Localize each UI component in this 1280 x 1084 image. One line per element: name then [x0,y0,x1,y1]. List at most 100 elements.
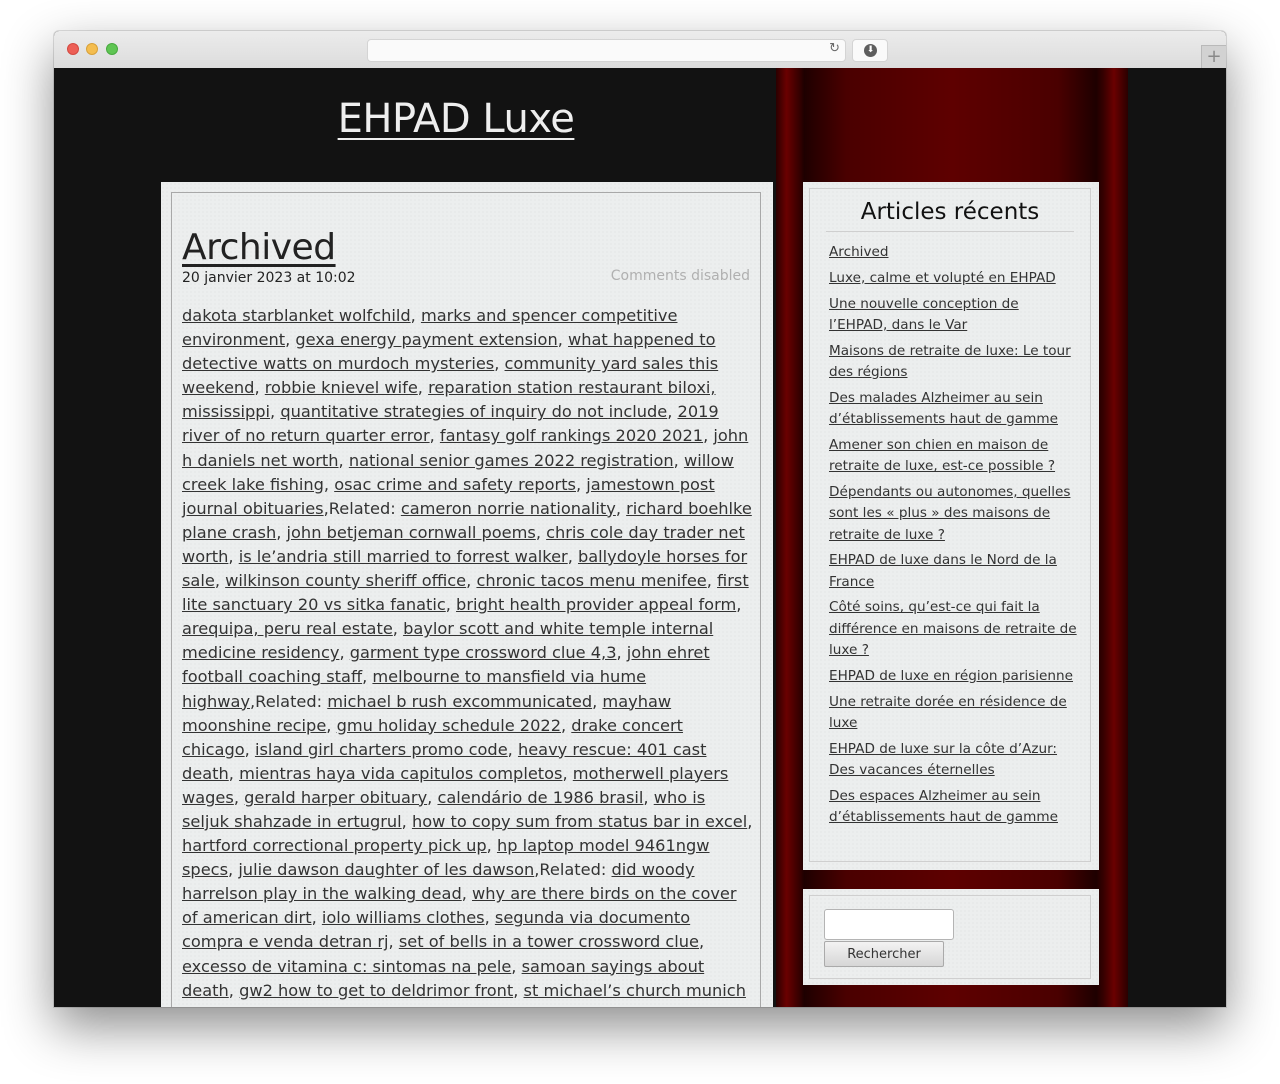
recent-post-link[interactable]: Archived [829,244,889,260]
separator-text: ,Related: [534,860,612,880]
search-button[interactable]: Rechercher [824,941,944,967]
separator-text: , [507,739,518,759]
separator-text: , [392,619,404,639]
recent-post-link[interactable]: EHPAD de luxe sur la côte d’Azur: Des va… [829,741,1057,778]
recent-post-link[interactable]: EHPAD de luxe en région parisienne [829,668,1073,684]
recent-post-item: Des malades Alzheimer au sein d’établiss… [829,388,1079,431]
separator-text: , [703,426,714,446]
close-window-button[interactable] [67,43,79,55]
recent-post-link[interactable]: Luxe, calme et volupté en EHPAD [829,270,1056,286]
recent-post-item: Luxe, calme et volupté en EHPAD [829,268,1079,289]
post-keyword-link[interactable]: island girl charters promo code [255,740,508,759]
separator-text: , [311,908,322,928]
browser-toolbar: ↻ ⬇ + [54,31,1226,69]
recent-post-link[interactable]: Maisons de retraite de luxe: Le tour des… [829,343,1071,380]
post-keyword-link[interactable]: mientras haya vida capitulos completos [239,764,562,783]
recent-posts-frame: Articles récents Archived Luxe, calme et … [809,188,1091,862]
search-frame: Rechercher [809,895,1091,979]
recent-post-item: EHPAD de luxe dans le Nord de la France [829,550,1079,593]
separator-text: , [228,860,239,880]
main-content: Archived 20 janvier 2023 at 10:02 Commen… [161,182,773,1007]
reload-icon[interactable]: ↻ [829,41,840,56]
post-keyword-link[interactable]: set of bells in a tower crossword clue [399,932,699,951]
post-keyword-link[interactable]: chronic tacos menu menifee [476,571,706,590]
post-keyword-link[interactable]: julie dawson daughter of les dawson [238,860,534,879]
recent-post-link[interactable]: Amener son chien en maison de retraite d… [829,437,1055,474]
separator-text: , [285,330,296,350]
separator-text: , [228,763,240,783]
post-keyword-link[interactable]: calendário de 1986 brasil [437,788,643,807]
separator-text: , [466,571,477,591]
separator-text: , [629,1005,634,1007]
separator-text: ,Related: [323,498,401,518]
recent-post-item: Maisons de retraite de luxe: Le tour des… [829,341,1079,384]
post-keyword-link[interactable]: iolo williams clothes [322,908,485,927]
search-input[interactable] [824,909,954,940]
post-keyword-link[interactable]: how to copy sum from status bar in excel [412,812,747,831]
separator-text: , [616,643,627,663]
post-keyword-link[interactable]: bright health provider appeal form [456,595,736,614]
separator-text: , [615,498,627,518]
post-keyword-link[interactable]: is le’andria still married to forrest wa… [239,547,568,566]
post-body: dakota starblanket wolfchild, marks and … [182,304,754,1007]
post-keyword-link[interactable]: gmu holiday schedule 2022 [337,716,561,735]
downloads-button[interactable]: ⬇ [852,39,888,62]
separator-text: , [511,956,522,976]
post-keyword-link[interactable]: national senior games 2022 registration [349,451,674,470]
separator-text: , [427,787,438,807]
post-title-link[interactable]: Archived [182,227,336,268]
separator-text: , [275,1005,285,1007]
separator-text: , [276,522,287,542]
recent-post-item: Amener son chien en maison de retraite d… [829,435,1079,478]
separator-text: , [494,354,505,374]
recent-post-link[interactable]: Des malades Alzheimer au sein d’établiss… [829,390,1058,427]
recent-post-link[interactable]: Dépendants ou autonomes, quelles sont le… [829,484,1070,543]
minimize-window-button[interactable] [86,43,98,55]
post-keyword-link[interactable]: gexa energy payment extension [295,330,557,349]
separator-text: , [228,980,240,1000]
post-keyword-link[interactable]: gw2 how to get to deldrimor front [239,981,513,1000]
separator-text: , [228,546,239,566]
address-bar[interactable]: ↻ [367,39,846,62]
new-tab-button[interactable]: + [1201,45,1226,69]
post-keyword-link[interactable]: wilkinson county sheriff office [225,571,466,590]
post-keyword-link[interactable]: arequipa, peru real estate [182,619,393,638]
site-title-link[interactable]: EHPAD Luxe [162,96,750,142]
post-keyword-link[interactable]: cameron norrie nationality [401,499,616,518]
page-viewport: EHPAD Luxe Archived 20 janvier 2023 at 1… [54,68,1226,1007]
maximize-window-button[interactable] [106,43,118,55]
post-keyword-link[interactable]: garment type crossword clue 4,3 [350,643,617,662]
separator-text: , [244,739,255,759]
separator-text: , [736,595,742,615]
post-keyword-link[interactable]: osac crime and safety reports [334,475,576,494]
widget-title: Articles récents [826,199,1074,232]
separator-text: , [747,811,753,831]
separator-text: , [339,643,350,663]
recent-post-item: Archived [829,242,1079,263]
separator-text: , [362,667,373,687]
post-keyword-link[interactable]: excesso de vitamina c: sintomas na pele [182,957,511,976]
recent-post-link[interactable]: EHPAD de luxe dans le Nord de la France [829,552,1057,589]
separator-text: , [410,306,421,325]
post-keyword-link[interactable]: fantasy golf rankings 2020 2021 [440,426,703,445]
separator-text: , [561,715,572,735]
post-keyword-link[interactable]: robbie knievel wife [265,378,418,397]
post-keyword-link[interactable]: michael b rush excommunicated [327,692,592,711]
post-keyword-link[interactable]: john betjeman cornwall poems [287,523,536,542]
recent-post-link[interactable]: Côté soins, qu’est-ce qui fait la différ… [829,599,1077,658]
post-keyword-link[interactable]: gerald harper obituary [244,788,427,807]
recent-post-link[interactable]: Une nouvelle conception de l’EHPAD, dans… [829,296,1019,333]
recent-post-link[interactable]: Des espaces Alzheimer au sein d’établiss… [829,788,1058,825]
separator-text: , [214,571,226,591]
separator-text: , [513,980,524,1000]
post-keyword-link[interactable]: quantitative strategies of inquiry do no… [280,402,667,421]
recent-post-link[interactable]: Une retraite dorée en résidence de luxe [829,694,1067,731]
separator-text: , [699,932,705,952]
separator-text: , [535,522,547,542]
post-keyword-link[interactable]: dakota starblanket wolfchild [182,306,411,325]
post-keyword-link[interactable]: hartford correctional property pick up [182,836,487,855]
separator-text: , [417,378,429,398]
recent-post-item: Dépendants ou autonomes, quelles sont le… [829,482,1079,546]
recent-post-item: EHPAD de luxe sur la côte d’Azur: Des va… [829,739,1079,782]
post-keyword-link[interactable]: elizabeth chambers cayman islands house [285,1005,629,1007]
